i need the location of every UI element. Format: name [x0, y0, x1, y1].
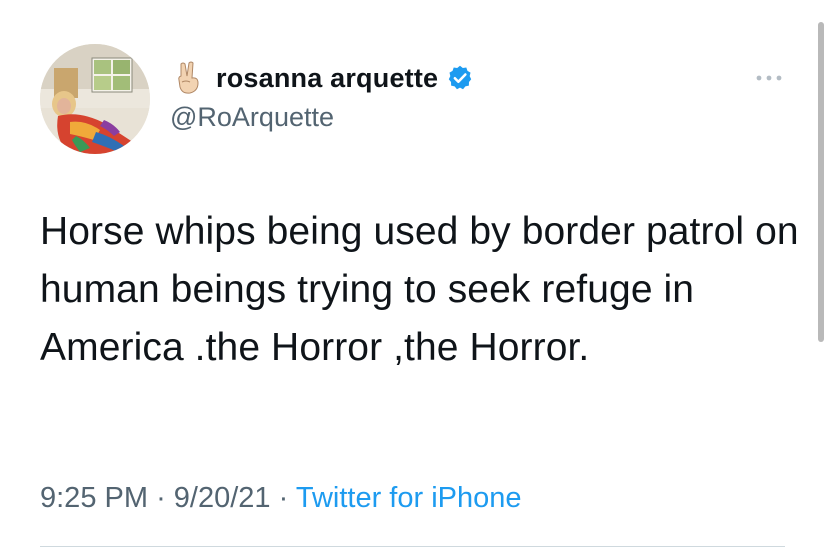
tweet-text: Horse whips being used by border patrol … — [40, 210, 799, 369]
tweet-date[interactable]: 9/20/21 — [174, 482, 271, 514]
peace-hand-icon — [170, 60, 206, 96]
divider — [40, 546, 785, 547]
display-name[interactable]: rosanna arquette — [216, 63, 438, 94]
tweet: rosanna arquette @RoArquette Horse whips… — [0, 0, 828, 551]
meta-separator: · — [156, 482, 166, 514]
tweet-meta: 9:25 PM · 9/20/21 · Twitter for iPhone — [40, 482, 522, 515]
scrollbar[interactable] — [818, 22, 824, 342]
more-icon[interactable] — [752, 64, 786, 92]
meta-separator: · — [278, 482, 289, 514]
avatar[interactable] — [40, 44, 150, 154]
tweet-header: rosanna arquette @RoArquette — [170, 58, 474, 138]
tweet-time[interactable]: 9:25 PM — [40, 482, 148, 514]
name-row[interactable]: rosanna arquette — [170, 58, 474, 98]
tweet-source-link[interactable]: Twitter for iPhone — [296, 482, 522, 514]
verified-badge-icon — [446, 64, 474, 92]
handle[interactable]: @RoArquette — [170, 102, 474, 133]
